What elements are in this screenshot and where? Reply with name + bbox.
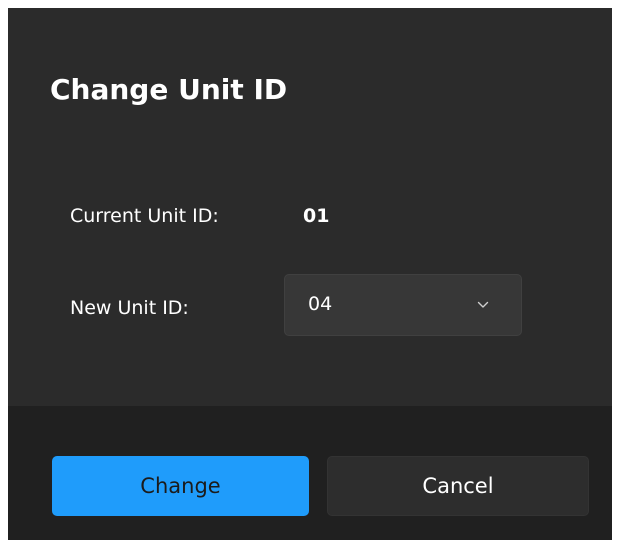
current-unit-id-label: Current Unit ID: bbox=[70, 205, 219, 227]
current-unit-id-value: 01 bbox=[303, 205, 330, 227]
new-unit-id-selected-value: 04 bbox=[308, 293, 333, 315]
change-unit-id-dialog: Change Unit ID Current Unit ID: 01 New U… bbox=[8, 8, 612, 540]
dialog-footer: Change Cancel bbox=[8, 406, 612, 540]
change-button[interactable]: Change bbox=[52, 456, 309, 516]
new-unit-id-label: New Unit ID: bbox=[70, 297, 189, 319]
cancel-button[interactable]: Cancel bbox=[327, 456, 589, 516]
new-unit-id-dropdown[interactable]: 04 bbox=[284, 274, 522, 336]
dialog-title: Change Unit ID bbox=[50, 73, 288, 106]
chevron-down-icon bbox=[477, 301, 489, 308]
